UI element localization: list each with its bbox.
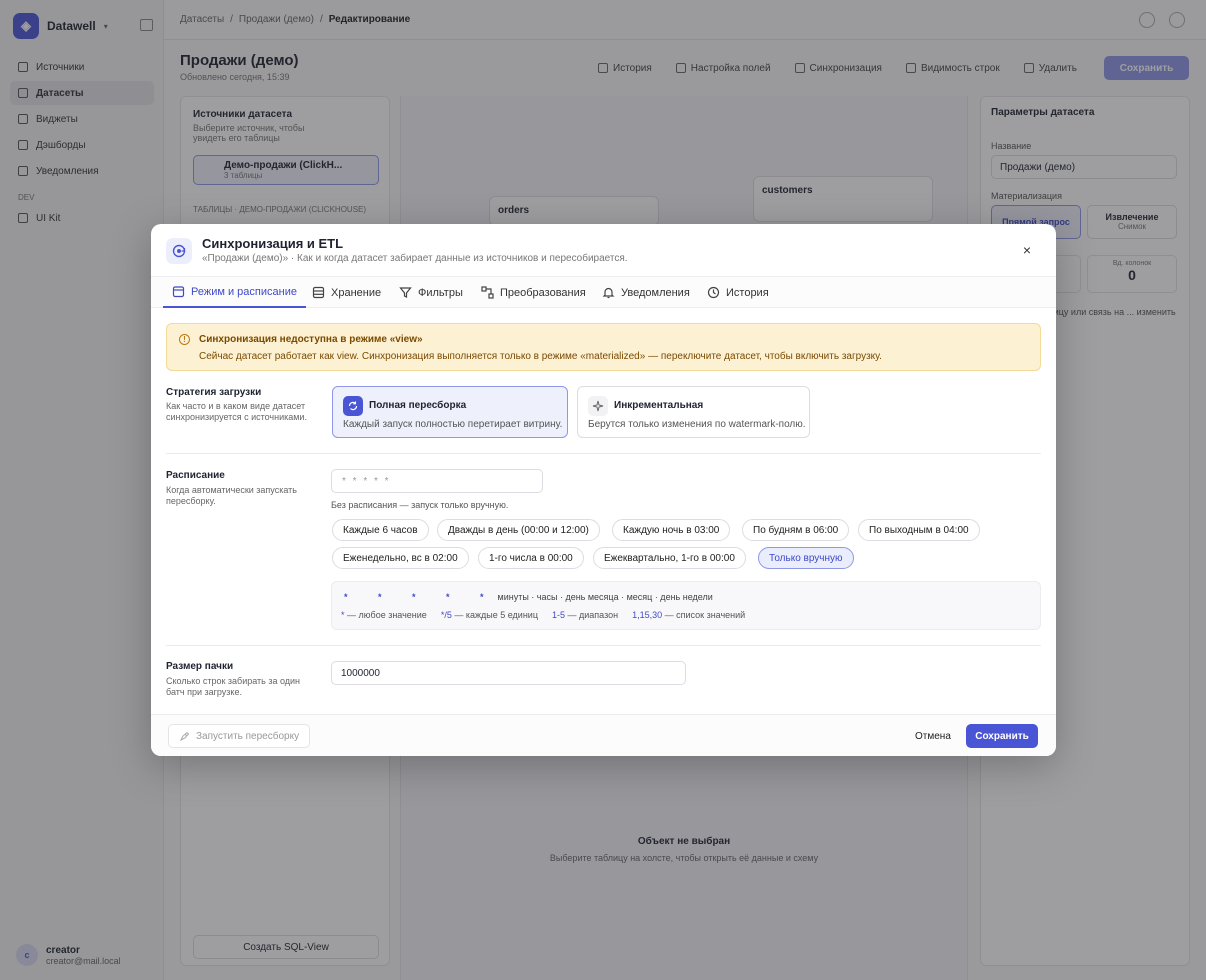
preset-chip[interactable]: Еженедельно, вс в 02:00: [332, 547, 469, 569]
preset-chip[interactable]: Каждую ночь в 03:00: [612, 519, 731, 541]
batch-desc: Сколько строк забирать за один батч при …: [166, 676, 301, 698]
preset-chip[interactable]: 1-го числа в 00:00: [478, 547, 584, 569]
legend-symbol: *: [341, 610, 345, 620]
legend-symbol: 1-5: [551, 610, 565, 620]
cron-legend: * — любое значение */5 — каждые 5 единиц…: [341, 610, 745, 620]
tab-transformations[interactable]: Преобразования: [481, 277, 586, 308]
modal-tabs: Режим и расписание Хранение Фильтры Прео…: [151, 276, 1056, 308]
strategy-desc: Как часто и в каком виде датасет синхрон…: [166, 401, 307, 423]
modal-subtitle: «Продажи (демо)» · Как и когда датасет з…: [202, 253, 628, 264]
close-icon[interactable]: ×: [1017, 240, 1037, 260]
save-button[interactable]: Сохранить: [966, 724, 1038, 748]
tab-storage[interactable]: Хранение: [312, 277, 381, 308]
legend-item: * — любое значение: [341, 610, 427, 620]
cron-fields-row: * * * * * минуты · часы · день месяца · …: [344, 592, 713, 602]
storage-icon: [312, 286, 325, 299]
preset-chip[interactable]: Каждые 6 часов: [332, 519, 429, 541]
tab-notifications[interactable]: Уведомления: [602, 277, 690, 308]
strategy-incremental-option[interactable]: Инкрементальная Берутся только изменения…: [577, 386, 810, 438]
schedule-label: Расписание: [166, 470, 225, 481]
schedule-desc: Когда автоматически запускать пересборку…: [166, 485, 297, 507]
strategy-full-rebuild-option[interactable]: Полная пересборка Каждый запуск полность…: [332, 386, 568, 438]
modal-header: Синхронизация и ETL «Продажи (демо)» · К…: [151, 224, 1056, 276]
option-title: Полная пересборка: [369, 400, 467, 411]
batch-label: Размер пачки: [166, 661, 234, 672]
sync-unavailable-alert: ! Синхронизация недоступна в режиме «vie…: [166, 323, 1041, 371]
sync-icon: [166, 238, 192, 264]
preset-chip[interactable]: Ежеквартально, 1-го в 00:00: [593, 547, 746, 569]
legend-item: 1,15,30 — список значений: [632, 610, 745, 620]
tab-label: Фильтры: [418, 286, 463, 299]
modal-footer: Запустить пересборку Отмена Сохранить: [151, 714, 1056, 756]
tab-mode-schedule[interactable]: Режим и расписание: [163, 277, 306, 308]
bell-icon: [602, 287, 615, 299]
sparkle-icon: [588, 396, 608, 416]
filter-icon: [399, 287, 412, 298]
button-label: Запустить пересборку: [196, 730, 300, 742]
sync-etl-modal: Синхронизация и ETL «Продажи (демо)» · К…: [151, 224, 1056, 756]
batch-size-input[interactable]: 1000000: [331, 661, 686, 685]
legend-symbol: */5: [440, 610, 452, 620]
rocket-icon: [179, 731, 190, 741]
legend-item: */5 — каждые 5 единиц: [441, 610, 538, 620]
alert-title: Синхронизация недоступна в режиме «view»: [199, 334, 423, 345]
modal-title: Синхронизация и ETL: [202, 236, 344, 251]
cron-input[interactable]: * * * * *: [331, 469, 543, 493]
tab-label: Режим и расписание: [191, 285, 297, 298]
preset-chip[interactable]: По выходным в 04:00: [858, 519, 980, 541]
tab-label: История: [726, 286, 769, 299]
preset-chip-selected[interactable]: Только вручную: [758, 547, 854, 569]
tab-label: Хранение: [331, 286, 382, 299]
tab-history[interactable]: История: [707, 277, 769, 308]
warning-icon: !: [179, 334, 190, 345]
tab-label: Уведомления: [621, 286, 690, 299]
schedule-hint: Без расписания — запуск только вручную.: [331, 500, 509, 510]
legend-text: — список значений: [664, 610, 746, 620]
legend-text: — диапазон: [567, 610, 619, 620]
calendar-icon: [172, 286, 185, 298]
alert-desc: Сейчас датасет работает как view. Синхро…: [199, 351, 882, 362]
refresh-icon: [343, 396, 363, 416]
option-title: Инкрементальная: [614, 400, 704, 411]
cron-help: * * * * * минуты · часы · день месяца · …: [331, 581, 1041, 630]
run-rebuild-button[interactable]: Запустить пересборку: [168, 724, 311, 748]
transform-icon: [481, 286, 494, 299]
tab-label: Преобразования: [500, 286, 586, 299]
tab-filters[interactable]: Фильтры: [399, 277, 463, 308]
divider: [166, 645, 1041, 646]
legend-symbol: 1,15,30: [632, 610, 663, 620]
history-icon: [707, 286, 720, 299]
option-desc: Каждый запуск полностью перетирает витри…: [343, 419, 563, 430]
cancel-button[interactable]: Отмена: [909, 724, 957, 748]
preset-chip[interactable]: По будням в 06:00: [742, 519, 850, 541]
cron-fields: минуты · часы · день месяца · месяц · де…: [497, 592, 713, 602]
cron-dots: * * * * *: [344, 592, 498, 602]
legend-text: — любое значение: [347, 610, 427, 620]
strategy-label: Стратегия загрузки: [166, 387, 262, 398]
option-desc: Берутся только изменения по watermark-по…: [588, 419, 806, 430]
legend-item: 1-5 — диапазон: [552, 610, 618, 620]
legend-text: — каждые 5 единиц: [454, 610, 538, 620]
divider: [166, 453, 1041, 454]
preset-chip[interactable]: Дважды в день (00:00 и 12:00): [437, 519, 600, 541]
